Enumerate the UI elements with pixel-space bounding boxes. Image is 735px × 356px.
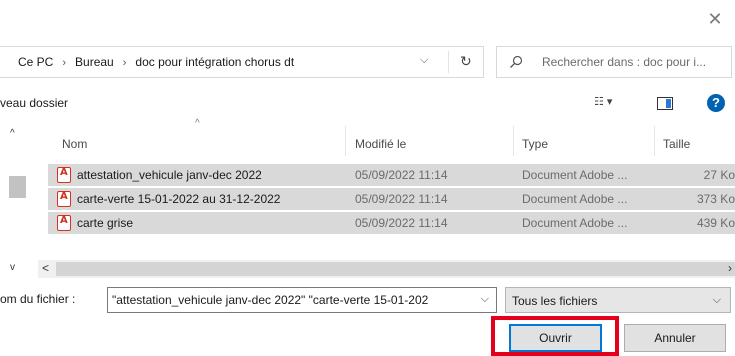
breadcrumb-item-ce-pc[interactable]: Ce PC <box>18 55 53 69</box>
file-type-value: Tous les fichiers <box>512 294 598 308</box>
horizontal-scrollbar-thumb[interactable] <box>56 262 735 276</box>
scroll-up-icon[interactable]: ^ <box>10 128 15 139</box>
address-bar[interactable]: Ce PC › Bureau › doc pour intégration chorus… <box>0 46 484 78</box>
scroll-right-icon[interactable]: › <box>728 261 732 275</box>
column-header-size[interactable]: Taille <box>663 132 690 156</box>
file-size: 439 Ko <box>696 216 735 230</box>
column-divider[interactable] <box>345 126 346 156</box>
sort-ascending-icon: ^ <box>195 118 200 129</box>
breadcrumb: Ce PC › Bureau › doc pour intégration chorus… <box>18 55 294 69</box>
chevron-down-icon: ⌵ <box>712 294 721 306</box>
divider <box>448 51 449 73</box>
column-header-type[interactable]: Type <box>522 132 548 156</box>
refresh-icon[interactable]: ↻ <box>460 53 472 70</box>
cancel-button[interactable]: Annuler <box>624 324 726 352</box>
file-name: attestation_vehicule janv-dec 2022 <box>77 168 262 182</box>
file-size: 373 Ko <box>696 192 735 206</box>
file-row[interactable]: carte grise 05/09/2022 11:14 Document Ad… <box>48 212 735 234</box>
file-type: Document Adobe ... <box>522 192 628 206</box>
open-button[interactable]: Ouvrir <box>509 324 602 352</box>
file-type: Document Adobe ... <box>522 168 628 182</box>
file-row[interactable]: attestation_vehicule janv-dec 2022 05/09… <box>48 164 735 186</box>
chevron-right-icon[interactable]: › <box>62 57 66 69</box>
file-row[interactable]: carte-verte 15-01-2022 au 31-12-2022 05/… <box>48 188 735 210</box>
search-placeholder: Rechercher dans : doc pour i... <box>542 55 707 69</box>
pdf-file-icon <box>57 191 71 207</box>
file-type-select[interactable]: Tous les fichiers ⌵ <box>505 287 731 313</box>
breadcrumb-item-folder[interactable]: doc pour intégration chorus dt <box>135 55 294 69</box>
address-history-dropdown-icon[interactable]: ⌵ <box>420 54 428 67</box>
filename-input[interactable] <box>112 291 474 309</box>
nav-scrollbar-thumb[interactable] <box>9 176 26 198</box>
file-name: carte-verte 15-01-2022 au 31-12-2022 <box>77 192 281 206</box>
help-icon[interactable]: ? <box>707 94 725 112</box>
preview-pane-icon[interactable] <box>657 97 673 110</box>
file-size: 27 Ko <box>703 168 735 182</box>
column-header-modified[interactable]: Modifié le <box>355 132 406 156</box>
scroll-left-icon[interactable]: < <box>42 261 49 275</box>
file-type: Document Adobe ... <box>522 216 628 230</box>
close-icon[interactable]: ✕ <box>704 8 726 30</box>
file-name: carte grise <box>77 216 134 230</box>
search-icon <box>510 55 523 68</box>
file-modified: 05/09/2022 11:14 <box>355 168 448 182</box>
column-header-name[interactable]: Nom <box>62 132 87 156</box>
new-folder-button[interactable]: veau dossier <box>0 96 68 110</box>
scroll-down-icon[interactable]: v <box>10 262 15 273</box>
chevron-down-icon[interactable]: ⌵ <box>481 293 489 306</box>
search-box[interactable]: Rechercher dans : doc pour i... <box>496 46 732 78</box>
filename-label: om du fichier : <box>0 292 76 306</box>
file-modified: 05/09/2022 11:14 <box>355 192 448 206</box>
breadcrumb-item-bureau[interactable]: Bureau <box>75 55 114 69</box>
column-divider[interactable] <box>513 126 514 156</box>
chevron-right-icon[interactable]: › <box>123 57 127 69</box>
pdf-file-icon <box>57 215 71 231</box>
file-modified: 05/09/2022 11:14 <box>355 216 448 230</box>
filename-combobox[interactable]: ⌵ <box>107 287 497 313</box>
view-options-icon[interactable]: ☷ ▾ <box>594 95 612 108</box>
navigation-pane <box>0 120 38 278</box>
column-divider[interactable] <box>654 126 655 156</box>
pdf-file-icon <box>57 167 71 183</box>
